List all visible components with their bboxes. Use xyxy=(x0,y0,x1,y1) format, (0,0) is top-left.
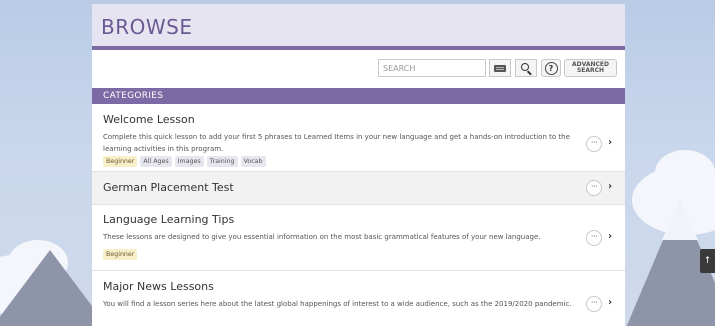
more-icon[interactable]: ··· xyxy=(586,180,602,196)
item-title: Language Learning Tips xyxy=(103,213,235,226)
tag-training: Training xyxy=(206,156,238,167)
advanced-search-label-line2: SEARCH xyxy=(576,67,605,74)
more-icon[interactable]: ··· xyxy=(586,230,602,246)
background-cloud xyxy=(655,150,715,195)
tag-vocab: Vocab xyxy=(240,156,266,167)
background-mountain-snow xyxy=(662,200,698,240)
item-tags: Beginner xyxy=(103,249,138,260)
advanced-search-button[interactable]: ADVANCED SEARCH xyxy=(564,59,617,77)
list-item[interactable]: German Placement Test ··· › xyxy=(92,172,625,205)
tag-beginner: Beginner xyxy=(103,156,138,167)
more-icon[interactable]: ··· xyxy=(586,136,602,152)
item-description: You will find a lesson series here about… xyxy=(103,300,572,308)
browse-panel: BROWSE ? ADVANCED SEARCH CATEGORIES Welc… xyxy=(92,4,625,326)
help-button[interactable]: ? xyxy=(541,59,561,77)
list-item[interactable]: Language Learning Tips These lessons are… xyxy=(92,205,625,271)
item-description: Complete this quick lesson to add your f… xyxy=(103,133,570,153)
more-icon[interactable]: ··· xyxy=(586,296,602,312)
item-title: Major News Lessons xyxy=(103,280,214,293)
search-icon xyxy=(521,63,529,71)
chevron-right-icon[interactable]: › xyxy=(608,137,612,148)
scroll-to-top-button[interactable]: ↑ xyxy=(700,249,715,273)
tag-all-ages: All Ages xyxy=(140,156,172,167)
list-item[interactable]: Welcome Lesson Complete this quick lesso… xyxy=(92,104,625,172)
item-description: These lessons are designed to give you e… xyxy=(103,233,541,241)
chevron-right-icon[interactable]: › xyxy=(608,297,612,308)
item-tags: Beginner All Ages Images Training Vocab xyxy=(103,156,266,167)
chevron-right-icon[interactable]: › xyxy=(608,181,612,192)
item-title: Welcome Lesson xyxy=(103,113,195,126)
keyboard-button[interactable] xyxy=(489,59,511,77)
search-toolbar: ? ADVANCED SEARCH xyxy=(92,50,625,88)
tag-beginner: Beginner xyxy=(103,249,138,260)
tag-images: Images xyxy=(174,156,204,167)
list-item[interactable]: Major News Lessons You will find a lesso… xyxy=(92,271,625,326)
search-input[interactable] xyxy=(378,59,486,77)
item-title: German Placement Test xyxy=(103,181,234,194)
search-button[interactable] xyxy=(515,59,537,77)
keyboard-icon xyxy=(494,64,506,72)
chevron-right-icon[interactable]: › xyxy=(608,231,612,242)
page-title: BROWSE xyxy=(101,15,193,39)
page-header: BROWSE xyxy=(92,4,625,50)
help-icon: ? xyxy=(544,61,558,75)
categories-header: CATEGORIES xyxy=(92,88,625,104)
arrow-up-icon: ↑ xyxy=(703,256,712,266)
